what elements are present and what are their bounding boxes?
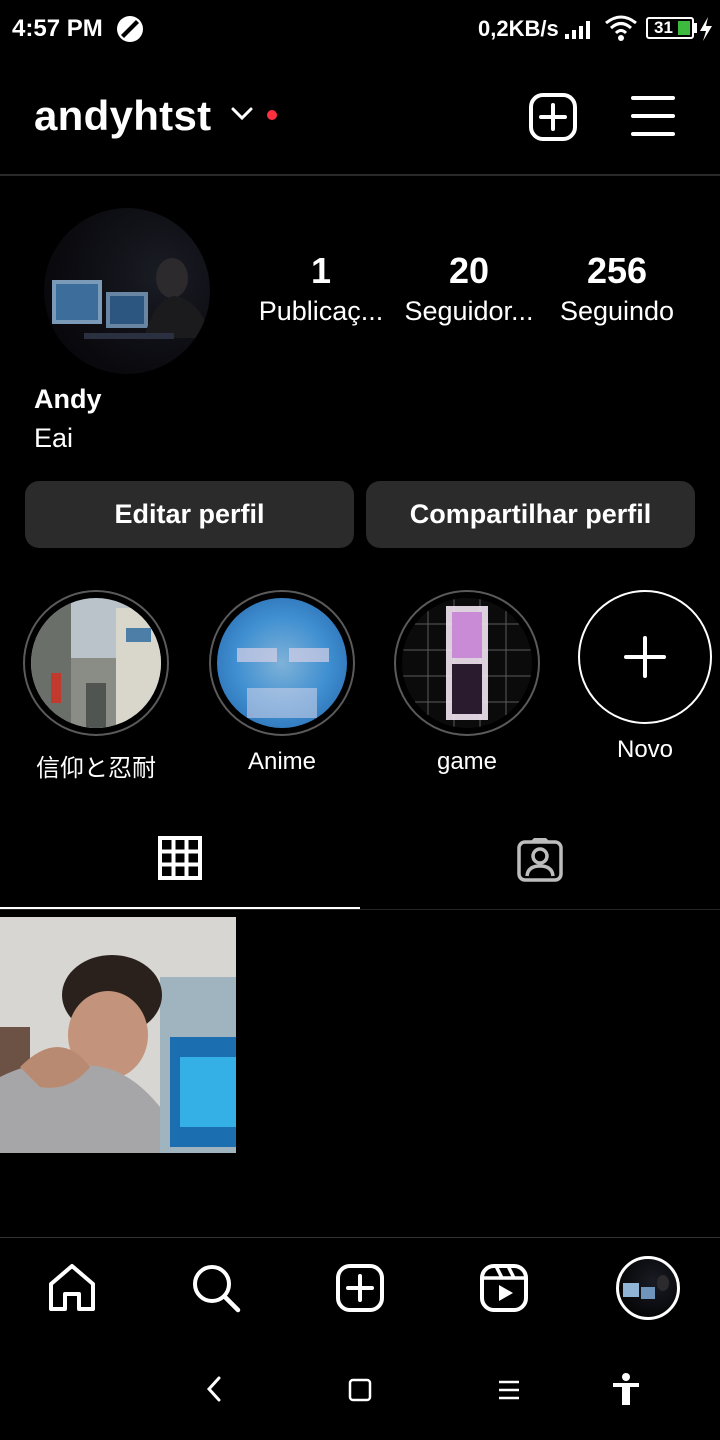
edit-profile-button[interactable]: Editar perfil bbox=[25, 481, 354, 548]
menu-icon[interactable] bbox=[630, 94, 676, 138]
highlight-item[interactable]: 信仰と忍耐 bbox=[23, 590, 169, 783]
tagged-icon bbox=[517, 838, 563, 882]
battery-level: 31 bbox=[654, 18, 673, 37]
search-icon[interactable] bbox=[190, 1262, 242, 1314]
create-icon[interactable] bbox=[334, 1262, 386, 1314]
charging-bolt-icon bbox=[700, 17, 712, 41]
stat-posts-label: Publicaç... bbox=[258, 296, 384, 326]
signal-icon bbox=[565, 21, 590, 39]
tab-divider bbox=[0, 909, 720, 910]
post-thumbnail[interactable] bbox=[0, 917, 236, 1153]
home-square-icon[interactable] bbox=[347, 1372, 373, 1406]
stat-followers-label: Seguidor... bbox=[404, 296, 534, 326]
stat-following-value: 256 bbox=[586, 250, 648, 291]
stat-posts-value: 1 bbox=[310, 250, 332, 291]
tab-tagged[interactable] bbox=[360, 836, 720, 910]
username-switcher[interactable]: andyhtst bbox=[34, 92, 211, 140]
stat-following-label: Seguindo bbox=[559, 296, 675, 326]
bottom-nav-divider bbox=[0, 1237, 720, 1238]
highlight-item[interactable]: Anime bbox=[209, 590, 355, 776]
recents-icon[interactable] bbox=[496, 1372, 522, 1406]
tab-grid[interactable] bbox=[0, 836, 360, 910]
plus-icon bbox=[624, 636, 666, 678]
highlight-cover bbox=[217, 598, 347, 728]
stat-followers[interactable]: 20 Seguidor... bbox=[402, 250, 536, 327]
stat-posts[interactable]: 1 Publicaç... bbox=[255, 250, 387, 327]
accessibility-icon[interactable] bbox=[610, 1372, 642, 1406]
battery-icon: 31 bbox=[646, 17, 694, 39]
profile-avatar[interactable] bbox=[616, 1256, 680, 1320]
new-highlight-label: Novo bbox=[616, 736, 674, 763]
header-divider bbox=[0, 174, 720, 176]
grid-icon bbox=[158, 836, 202, 880]
highlight-cover bbox=[31, 598, 161, 728]
home-icon[interactable] bbox=[46, 1262, 98, 1314]
back-icon[interactable] bbox=[204, 1372, 224, 1406]
status-bar: 4:57 PM 0,2KB/s 31 bbox=[0, 0, 720, 58]
notification-dot bbox=[267, 110, 277, 120]
status-time: 4:57 PM bbox=[12, 15, 103, 42]
highlight-item[interactable]: game bbox=[394, 590, 540, 776]
new-highlight-button[interactable]: Novo bbox=[578, 590, 712, 764]
reels-icon[interactable] bbox=[478, 1262, 530, 1314]
profile-header: andyhtst bbox=[0, 72, 720, 162]
dnd-circle-icon bbox=[117, 16, 143, 42]
network-speed: 0,2KB/s bbox=[478, 16, 559, 41]
highlight-label: Anime bbox=[247, 748, 317, 775]
wifi-icon bbox=[605, 15, 637, 41]
chevron-down-icon[interactable] bbox=[230, 106, 254, 122]
highlight-label: 信仰と忍耐 bbox=[36, 755, 156, 782]
create-post-icon[interactable] bbox=[528, 92, 578, 142]
stat-followers-value: 20 bbox=[448, 250, 490, 291]
profile-name: Andy bbox=[34, 384, 102, 414]
stat-following[interactable]: 256 Seguindo bbox=[554, 250, 680, 327]
avatar[interactable] bbox=[44, 208, 210, 374]
profile-bio: Eai bbox=[34, 423, 74, 453]
highlight-label: game bbox=[436, 748, 498, 775]
highlight-cover bbox=[402, 598, 532, 728]
share-profile-button[interactable]: Compartilhar perfil bbox=[366, 481, 695, 548]
